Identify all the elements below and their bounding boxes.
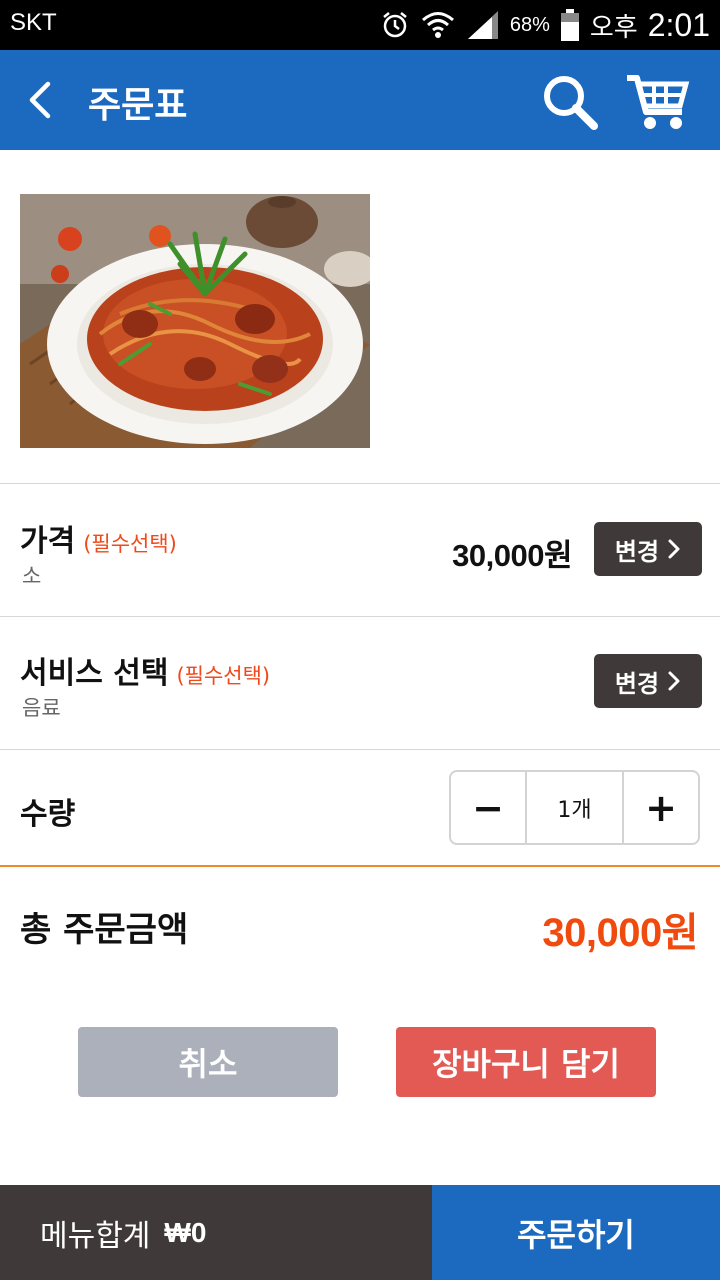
carrier-label: SKT <box>10 9 57 36</box>
app-header: 주문표 <box>0 50 720 150</box>
cancel-button[interactable]: 취소 <box>78 1027 338 1097</box>
bottom-bar: 메뉴합계 ₩0 주문하기 <box>0 1185 720 1280</box>
service-change-button[interactable]: 변경 <box>594 654 702 708</box>
change-button-label: 변경 <box>614 669 660 698</box>
ampm-label: 오후 <box>589 12 638 43</box>
total-amount: 30,000원 <box>542 911 698 955</box>
menu-total-label: 메뉴합계 <box>40 1218 151 1254</box>
divider <box>0 483 720 484</box>
product-image <box>20 194 370 448</box>
quantity-stepper: − 1개 + <box>449 770 700 845</box>
alarm-icon <box>383 12 407 38</box>
service-option-title: 서비스 선택 (필수선택) <box>20 648 270 692</box>
price-change-button[interactable]: 변경 <box>594 522 702 576</box>
required-badge: (필수선택) <box>176 664 271 688</box>
add-to-cart-button[interactable]: 장바구니 담기 <box>396 1027 656 1097</box>
divider <box>0 616 720 617</box>
service-option-label: 서비스 선택 <box>20 656 169 691</box>
cart-icon[interactable] <box>624 70 690 132</box>
quantity-label: 수량 <box>20 797 76 832</box>
clock: 2:01 <box>647 6 710 43</box>
divider <box>0 749 720 750</box>
decrement-button[interactable]: − <box>451 772 525 843</box>
menu-total-amount: ₩0 <box>164 1216 207 1248</box>
battery-percent: 68% <box>509 13 550 36</box>
total-label: 총 주문금액 <box>20 910 189 950</box>
section-divider <box>0 865 720 867</box>
change-button-label: 변경 <box>614 537 660 566</box>
service-option-selected: 음료 <box>22 696 61 720</box>
wifi-icon <box>421 12 454 38</box>
price-option-title: 가격 (필수선택) <box>20 516 177 560</box>
option-price: 30,000원 <box>452 538 572 573</box>
status-bar: SKT 68% 오후 2:01 <box>0 0 720 50</box>
chevron-right-icon <box>668 671 680 691</box>
quantity-value: 1개 <box>525 772 624 843</box>
required-badge: (필수선택) <box>83 532 177 556</box>
chevron-right-icon <box>668 539 680 559</box>
increment-button[interactable]: + <box>624 772 698 843</box>
price-option-selected: 소 <box>22 564 42 588</box>
status-icons: 68% 오후 2:01 <box>380 4 710 46</box>
order-button[interactable]: 주문하기 <box>432 1185 720 1280</box>
back-arrow-icon[interactable] <box>18 76 66 124</box>
search-icon[interactable] <box>540 72 600 132</box>
page-title: 주문표 <box>88 85 188 126</box>
battery-icon <box>560 9 579 41</box>
menu-total: 메뉴합계 ₩0 <box>0 1185 432 1280</box>
price-option-label: 가격 <box>20 524 76 559</box>
signal-icon <box>467 11 498 39</box>
